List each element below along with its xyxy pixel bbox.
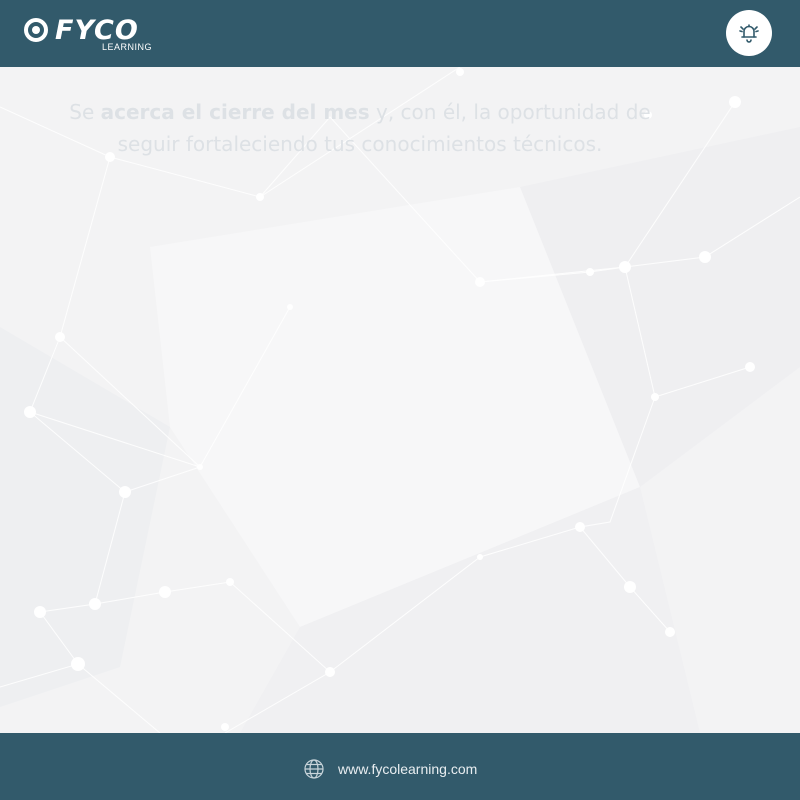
logo-mark-icon — [24, 18, 48, 42]
bell-ringing-icon — [739, 24, 759, 43]
headline-bold: acerca el cierre del mes — [100, 100, 370, 124]
notification-button[interactable] — [726, 10, 772, 56]
fyco-logo[interactable]: FYCO LEARNING — [22, 16, 162, 54]
network-background — [0, 67, 800, 733]
header-bar: FYCO LEARNING — [0, 0, 800, 67]
headline-text: Se acerca el cierre del mes y, con él, l… — [69, 100, 651, 156]
globe-icon — [304, 759, 324, 779]
logo-subtitle: LEARNING — [102, 42, 153, 52]
website-link[interactable]: www.fycolearning.com — [338, 760, 477, 778]
